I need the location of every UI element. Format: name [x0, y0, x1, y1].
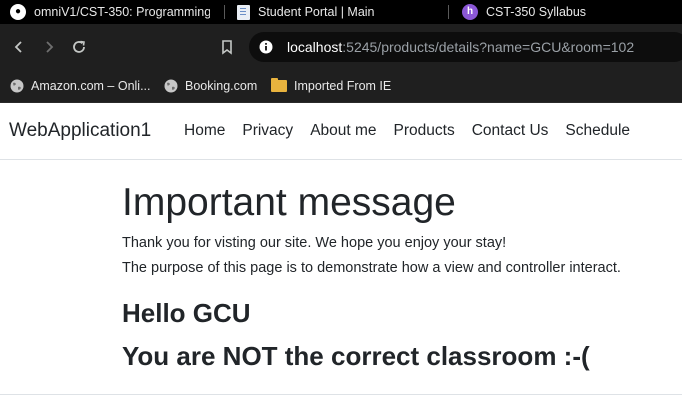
url-text[interactable]: localhost:5245/products/details?name=GCU…: [287, 32, 634, 62]
bookmarks-bar: Amazon.com – Onli... Booking.com Importe…: [0, 70, 682, 103]
welcome-text: Thank you for visting our site. We hope …: [122, 235, 507, 251]
tab-title: CST-350 Syllabus: [486, 5, 587, 19]
hoot-icon: h: [462, 4, 478, 20]
bookmark-folder-imported[interactable]: Imported From IE: [271, 76, 391, 96]
site-navbar: WebApplication1 Home Privacy About me Pr…: [0, 103, 682, 160]
greeting-heading: Hello GCU: [122, 298, 251, 328]
tab-student-portal[interactable]: Student Portal | Main: [237, 0, 437, 24]
forward-button[interactable]: [37, 35, 61, 59]
github-icon: ●: [10, 4, 26, 20]
classroom-message: You are NOT the correct classroom :-(: [122, 341, 590, 371]
bookmark-label: Amazon.com – Onli...: [31, 79, 151, 93]
nav-link-home[interactable]: Home: [184, 103, 225, 159]
back-arrow-icon: [14, 41, 22, 53]
tab-title: omniV1/CST-350: Programming in: [34, 5, 210, 19]
bookmark-star-button[interactable]: [215, 35, 239, 59]
url-host: localhost: [287, 39, 343, 55]
reload-icon: [73, 40, 85, 53]
browser-toolbar: localhost:5245/products/details?name=GCU…: [0, 24, 682, 70]
url-path: :5245/products/details?name=GCU&room=102: [342, 39, 635, 55]
reload-button[interactable]: [67, 35, 91, 59]
bookmark-icon: [222, 40, 232, 55]
purpose-text: The purpose of this page is to demonstra…: [122, 260, 621, 276]
bookmark-amazon[interactable]: Amazon.com – Onli...: [10, 76, 151, 96]
tab-title: Student Portal | Main: [258, 5, 375, 19]
forward-arrow-icon: [46, 41, 54, 53]
document-icon: [237, 4, 250, 20]
nav-link-privacy[interactable]: Privacy: [242, 103, 293, 159]
globe-icon: [10, 79, 24, 93]
nav-link-products[interactable]: Products: [394, 103, 455, 159]
tab-divider: [448, 5, 449, 19]
folder-icon: [271, 78, 287, 92]
nav-link-about-me[interactable]: About me: [310, 103, 376, 159]
nav-link-schedule[interactable]: Schedule: [565, 103, 630, 159]
nav-link-contact-us[interactable]: Contact Us: [472, 103, 549, 159]
back-button[interactable]: [7, 35, 31, 59]
tab-syllabus[interactable]: h CST-350 Syllabus: [462, 0, 672, 24]
tab-github[interactable]: ● omniV1/CST-350: Programming in: [10, 0, 212, 24]
page-heading: Important message: [122, 181, 456, 224]
bookmark-label: Booking.com: [185, 79, 258, 93]
site-info-icon[interactable]: [259, 40, 273, 54]
browser-tab-strip: ● omniV1/CST-350: Programming in Student…: [0, 0, 682, 24]
globe-icon: [164, 79, 178, 93]
bookmark-booking[interactable]: Booking.com: [164, 76, 257, 96]
nav-links: Home Privacy About me Products Contact U…: [184, 103, 630, 159]
address-bar[interactable]: localhost:5245/products/details?name=GCU…: [249, 32, 682, 62]
content-divider: [0, 394, 682, 395]
bookmark-label: Imported From IE: [294, 79, 392, 93]
tab-divider: [224, 5, 225, 19]
site-brand-link[interactable]: WebApplication1: [9, 103, 151, 159]
